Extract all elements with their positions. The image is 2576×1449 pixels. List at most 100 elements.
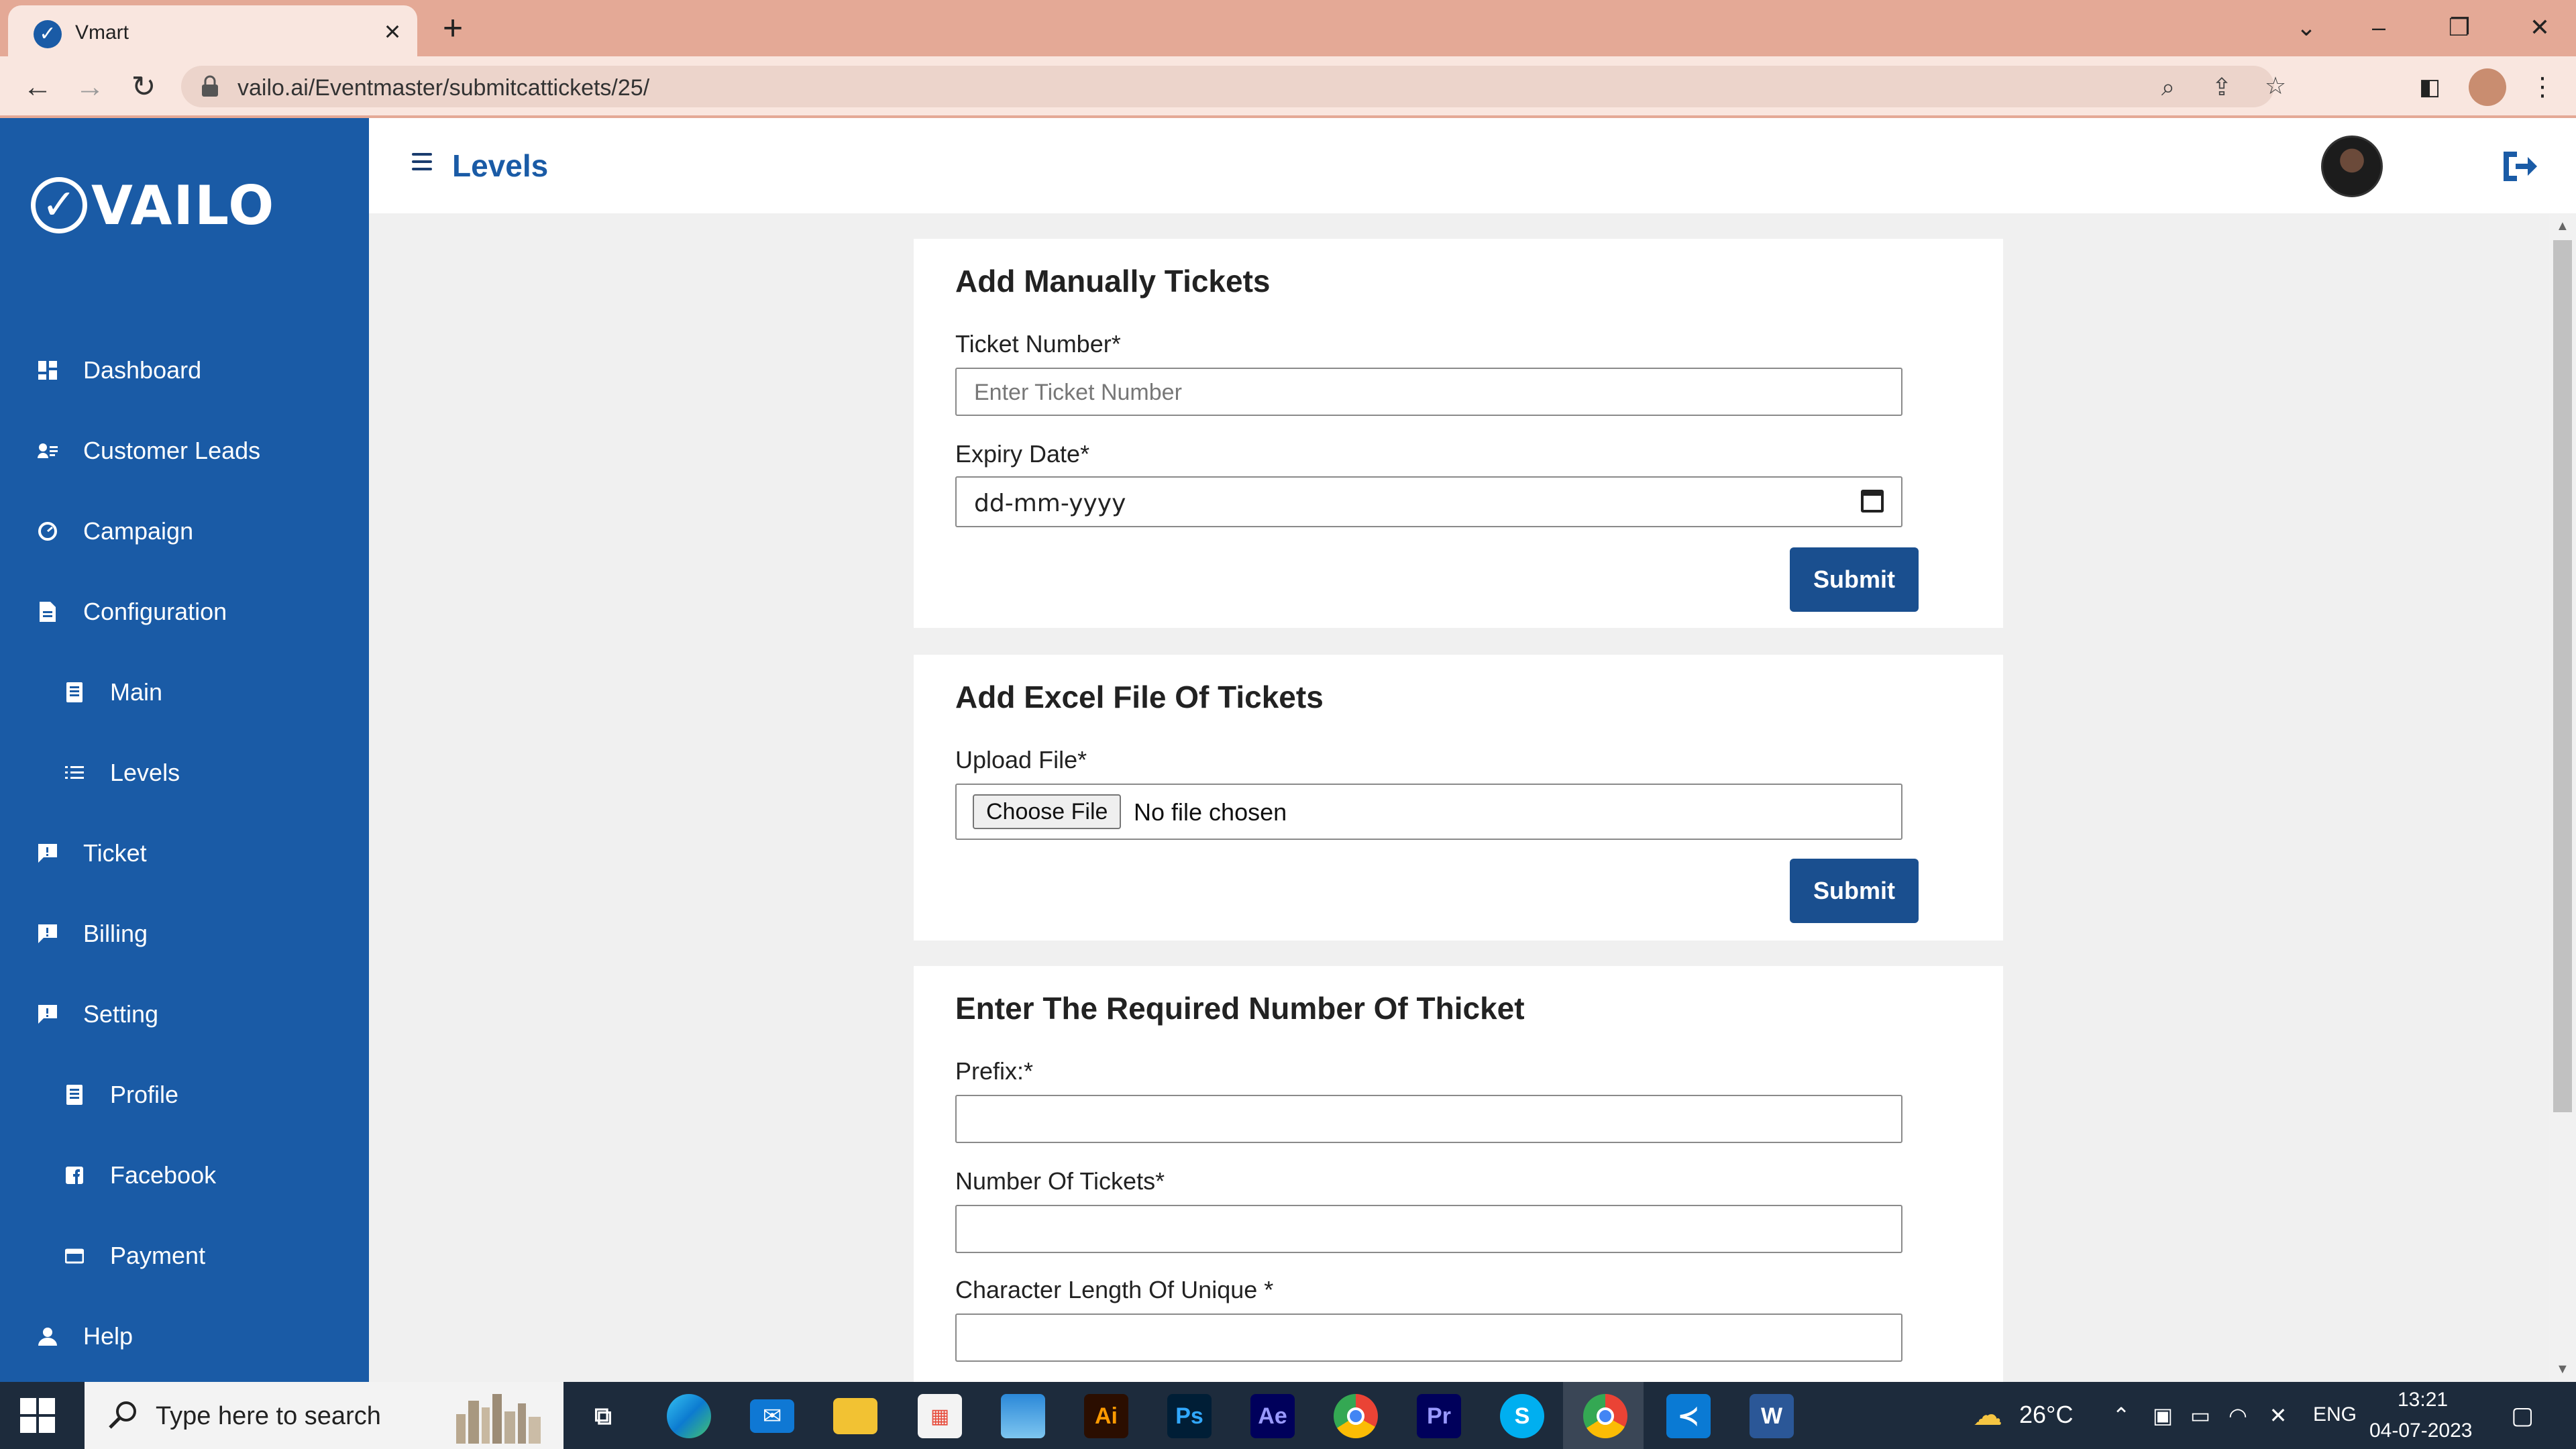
generate-tickets-card: Enter The Required Number Of Thicket Pre… bbox=[914, 966, 2003, 1382]
sidebar-item-setting[interactable]: Setting bbox=[0, 982, 369, 1046]
tray-chevron-icon[interactable]: ⌃ bbox=[2108, 1402, 2135, 1429]
manual-submit-button[interactable]: Submit bbox=[1790, 547, 1919, 612]
tab-search-chevron-icon[interactable]: ⌄ bbox=[2279, 7, 2333, 48]
illustrator-icon[interactable]: Ai bbox=[1084, 1394, 1128, 1438]
weather-temp[interactable]: 26°C bbox=[2019, 1401, 2073, 1429]
notifications-icon[interactable]: ▢ bbox=[2509, 1402, 2536, 1429]
meet-now-icon[interactable]: ▣ bbox=[2149, 1402, 2176, 1429]
close-tab-icon[interactable]: × bbox=[376, 15, 409, 48]
ticket-number-placeholder: Enter Ticket Number bbox=[974, 380, 1182, 405]
logout-icon[interactable] bbox=[2501, 149, 2538, 184]
volume-muted-icon[interactable]: ✕ bbox=[2265, 1402, 2292, 1429]
minimize-button[interactable]: – bbox=[2352, 7, 2406, 48]
gauge-icon bbox=[38, 521, 58, 541]
after-effects-icon[interactable]: Ae bbox=[1250, 1394, 1295, 1438]
person-icon bbox=[38, 1326, 58, 1346]
number-of-tickets-input[interactable] bbox=[955, 1205, 1902, 1253]
scroll-down-arrow-icon[interactable]: ▼ bbox=[2556, 1362, 2569, 1377]
hamburger-menu-icon[interactable] bbox=[412, 153, 433, 170]
expiry-date-value: dd-mm-yyyy bbox=[974, 490, 1126, 517]
sidebar-item-dashboard[interactable]: Dashboard bbox=[0, 338, 369, 402]
store-icon[interactable]: ▦ bbox=[918, 1394, 962, 1438]
battery-icon[interactable]: ▭ bbox=[2187, 1402, 2214, 1429]
excel-submit-button[interactable]: Submit bbox=[1790, 859, 1919, 923]
file-upload-input[interactable]: Choose File No file chosen bbox=[955, 784, 1902, 840]
url-text: vailo.ai/Eventmaster/submitcattickets/25… bbox=[237, 75, 650, 101]
back-arrow-icon[interactable]: ← bbox=[17, 67, 58, 107]
sidebar-item-configuration[interactable]: Configuration bbox=[0, 580, 369, 644]
character-length-input[interactable] bbox=[955, 1313, 1902, 1362]
search-placeholder: Type here to search bbox=[156, 1402, 381, 1430]
browser-tab-strip: ✓ Vmart × + ⌄ – ❐ ✕ bbox=[0, 0, 2576, 56]
browser-tab[interactable]: ✓ Vmart × bbox=[8, 5, 417, 56]
choose-file-button[interactable]: Choose File bbox=[973, 794, 1122, 829]
ticket-number-input[interactable]: Enter Ticket Number bbox=[955, 368, 1902, 416]
logo-text: VAILO bbox=[91, 174, 276, 237]
scroll-thumb[interactable] bbox=[2553, 240, 2572, 1112]
browser-menu-icon[interactable]: ⋮ bbox=[2525, 70, 2560, 105]
premiere-icon[interactable]: Pr bbox=[1417, 1394, 1461, 1438]
forward-arrow-icon[interactable]: → bbox=[70, 67, 110, 107]
sidebar-item-profile[interactable]: Profile bbox=[0, 1063, 369, 1127]
windows-start-icon[interactable] bbox=[20, 1398, 55, 1433]
photos-icon[interactable] bbox=[1001, 1394, 1045, 1438]
card-title: Add Excel File Of Tickets bbox=[955, 680, 1324, 714]
page-icon bbox=[64, 1085, 85, 1105]
sidebar-item-levels[interactable]: Levels bbox=[0, 741, 369, 805]
bookmark-star-icon[interactable]: ☆ bbox=[2261, 71, 2290, 101]
chrome-icon[interactable] bbox=[1334, 1394, 1378, 1438]
sidebar-item-ticket[interactable]: Ticket bbox=[0, 821, 369, 885]
expiry-date-label: Expiry Date* bbox=[955, 440, 1090, 468]
reload-icon[interactable]: ↻ bbox=[123, 67, 164, 107]
vscode-icon[interactable]: ≺ bbox=[1666, 1394, 1711, 1438]
wallet-icon bbox=[64, 1246, 85, 1266]
sidebar-item-facebook[interactable]: Facebook bbox=[0, 1143, 369, 1208]
close-window-button[interactable]: ✕ bbox=[2513, 7, 2567, 48]
expiry-date-input[interactable]: dd-mm-yyyy bbox=[955, 476, 1902, 527]
clock-time[interactable]: 13:21 bbox=[2398, 1389, 2448, 1411]
prefix-label: Prefix:* bbox=[955, 1057, 1034, 1085]
character-length-label: Character Length Of Unique * bbox=[955, 1276, 1274, 1303]
sidebar-item-billing[interactable]: Billing bbox=[0, 902, 369, 966]
photoshop-icon[interactable]: Ps bbox=[1167, 1394, 1212, 1438]
sidebar-item-customer-leads[interactable]: Customer Leads bbox=[0, 419, 369, 483]
vailo-favicon-icon: ✓ bbox=[34, 20, 62, 48]
side-panel-icon[interactable]: ◧ bbox=[2412, 70, 2447, 105]
new-tab-button[interactable]: + bbox=[435, 11, 471, 47]
mail-icon[interactable]: ✉ bbox=[750, 1399, 794, 1433]
file-explorer-icon[interactable] bbox=[833, 1398, 877, 1434]
sidebar-item-help[interactable]: Help bbox=[0, 1304, 369, 1368]
contacts-icon bbox=[38, 441, 58, 461]
share-icon[interactable]: ⇪ bbox=[2207, 72, 2237, 102]
restore-button[interactable]: ❐ bbox=[2432, 7, 2486, 48]
calendar-icon[interactable] bbox=[1861, 490, 1884, 513]
scroll-up-arrow-icon[interactable]: ▲ bbox=[2556, 219, 2569, 234]
manual-tickets-card: Add Manually Tickets Ticket Number* Ente… bbox=[914, 239, 2003, 628]
sidebar-item-campaign[interactable]: Campaign bbox=[0, 499, 369, 564]
vailo-logo[interactable]: ✓ VAILO bbox=[31, 172, 275, 239]
weather-cloud-icon[interactable]: ☁ bbox=[1966, 1401, 2010, 1430]
tab-title: Vmart bbox=[75, 21, 129, 44]
task-view-icon[interactable]: ⧉ bbox=[581, 1394, 625, 1438]
zoom-search-icon[interactable]: ⌕ bbox=[2153, 72, 2183, 102]
browser-profile-avatar[interactable] bbox=[2469, 68, 2506, 106]
taskbar-search-box[interactable]: Type here to search bbox=[85, 1382, 564, 1449]
windows-taskbar: Type here to search ⧉ ✉ ▦ Ai Ps Ae Pr S … bbox=[0, 1382, 2576, 1449]
wifi-icon[interactable]: ◠ bbox=[2224, 1402, 2251, 1429]
sidebar-item-payment[interactable]: Payment bbox=[0, 1224, 369, 1288]
word-icon[interactable]: W bbox=[1750, 1394, 1794, 1438]
chrome-active-icon[interactable] bbox=[1583, 1394, 1627, 1438]
sidebar-item-label: Campaign bbox=[83, 517, 194, 545]
skype-icon[interactable]: S bbox=[1500, 1394, 1544, 1438]
sidebar-item-main[interactable]: Main bbox=[0, 660, 369, 724]
clock-date[interactable]: 04-07-2023 bbox=[2369, 1419, 2472, 1442]
prefix-input[interactable] bbox=[955, 1095, 1902, 1143]
address-bar[interactable]: vailo.ai/Eventmaster/submitcattickets/25… bbox=[181, 66, 2286, 107]
language-indicator[interactable]: ENG bbox=[2313, 1403, 2357, 1426]
user-avatar[interactable] bbox=[2321, 136, 2383, 197]
sidebar-item-label: Ticket bbox=[83, 839, 147, 867]
sidebar-item-label: Dashboard bbox=[83, 356, 202, 384]
sidebar-item-label: Customer Leads bbox=[83, 437, 261, 464]
page-scrollbar[interactable]: ▲ ▼ bbox=[2549, 213, 2576, 1382]
edge-icon[interactable] bbox=[667, 1394, 711, 1438]
